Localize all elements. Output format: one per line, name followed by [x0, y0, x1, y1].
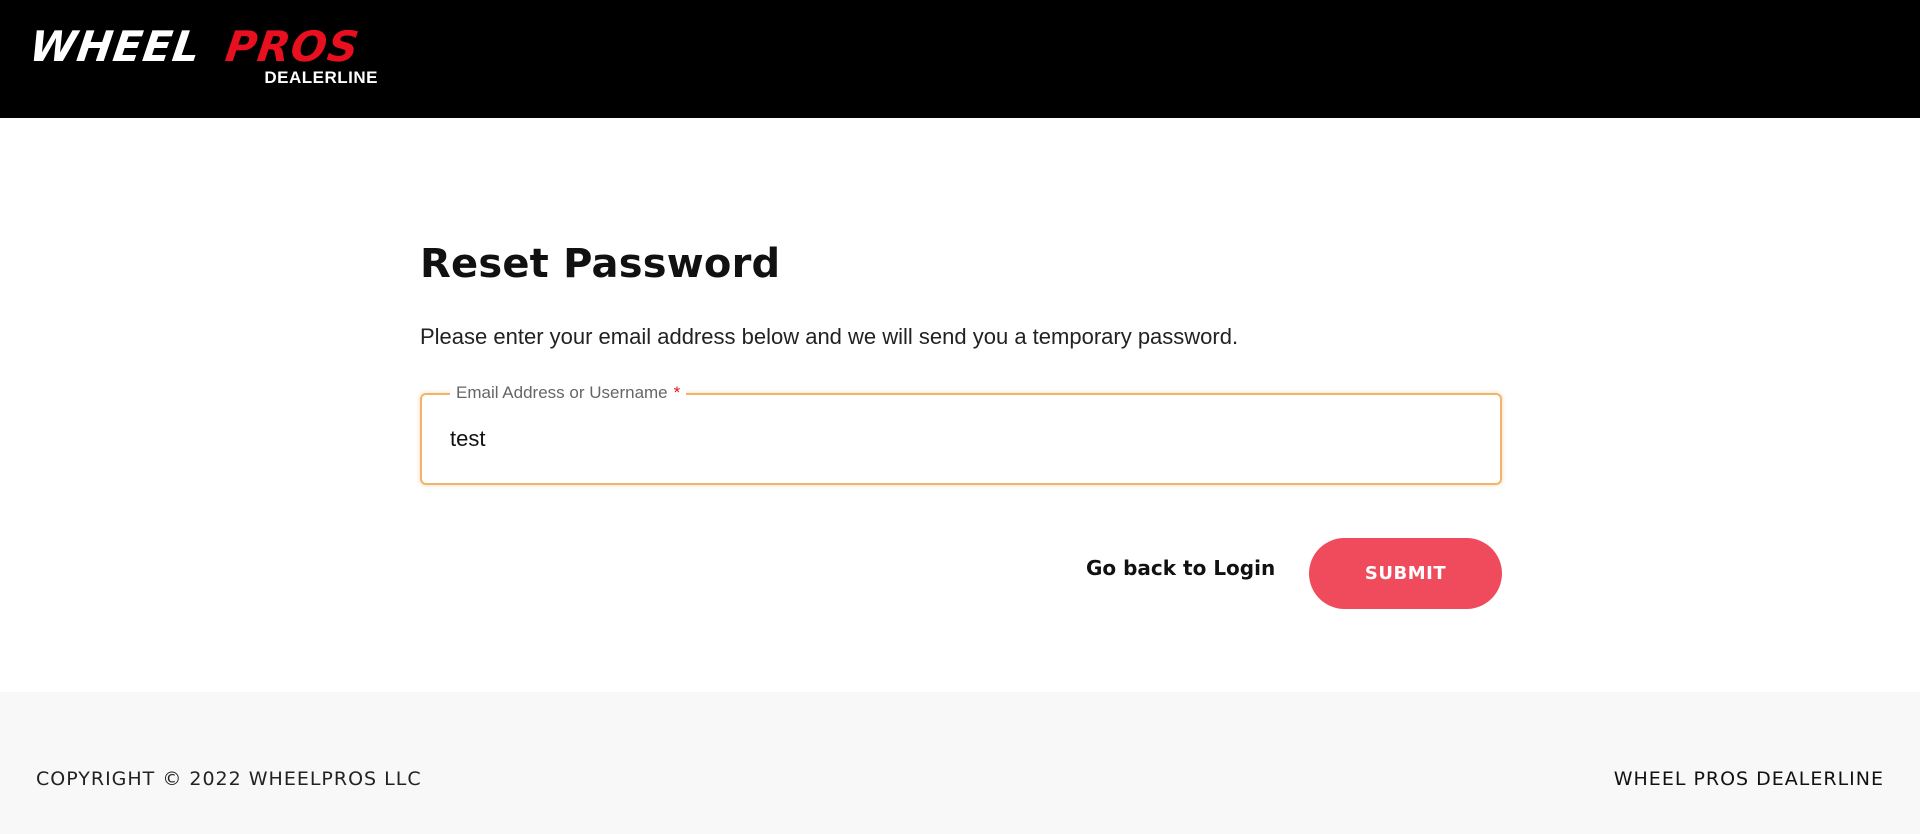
page-title: Reset Password [420, 241, 781, 287]
main-content: Reset Password Please enter your email a… [0, 118, 1920, 692]
footer-brand-link[interactable]: WHEEL PROS DEALERLINE [1614, 768, 1884, 790]
required-marker: * [673, 383, 681, 402]
logo-subtitle: DEALERLINE [264, 68, 378, 87]
instructions-text: Please enter your email address below an… [420, 324, 1239, 349]
email-field[interactable]: Email Address or Username * [420, 383, 1502, 485]
go-back-to-login-link[interactable]: Go back to Login [1086, 556, 1275, 580]
site-header: WHEEL PROS DEALERLINE [0, 0, 1920, 118]
logo-word-pros: PROS [222, 22, 363, 71]
email-input[interactable] [450, 421, 1470, 457]
logo-word-wheel: WHEEL [26, 22, 205, 71]
email-field-label: Email Address or Username * [450, 383, 687, 403]
copyright-text: COPYRIGHT © 2022 WHEELPROS LLC [36, 768, 422, 790]
email-field-label-text: Email Address or Username [456, 383, 668, 402]
site-footer: COPYRIGHT © 2022 WHEELPROS LLC WHEEL PRO… [0, 692, 1920, 834]
wheelpros-logo[interactable]: WHEEL PROS DEALERLINE [26, 22, 380, 90]
submit-button[interactable]: SUBMIT [1309, 538, 1502, 609]
